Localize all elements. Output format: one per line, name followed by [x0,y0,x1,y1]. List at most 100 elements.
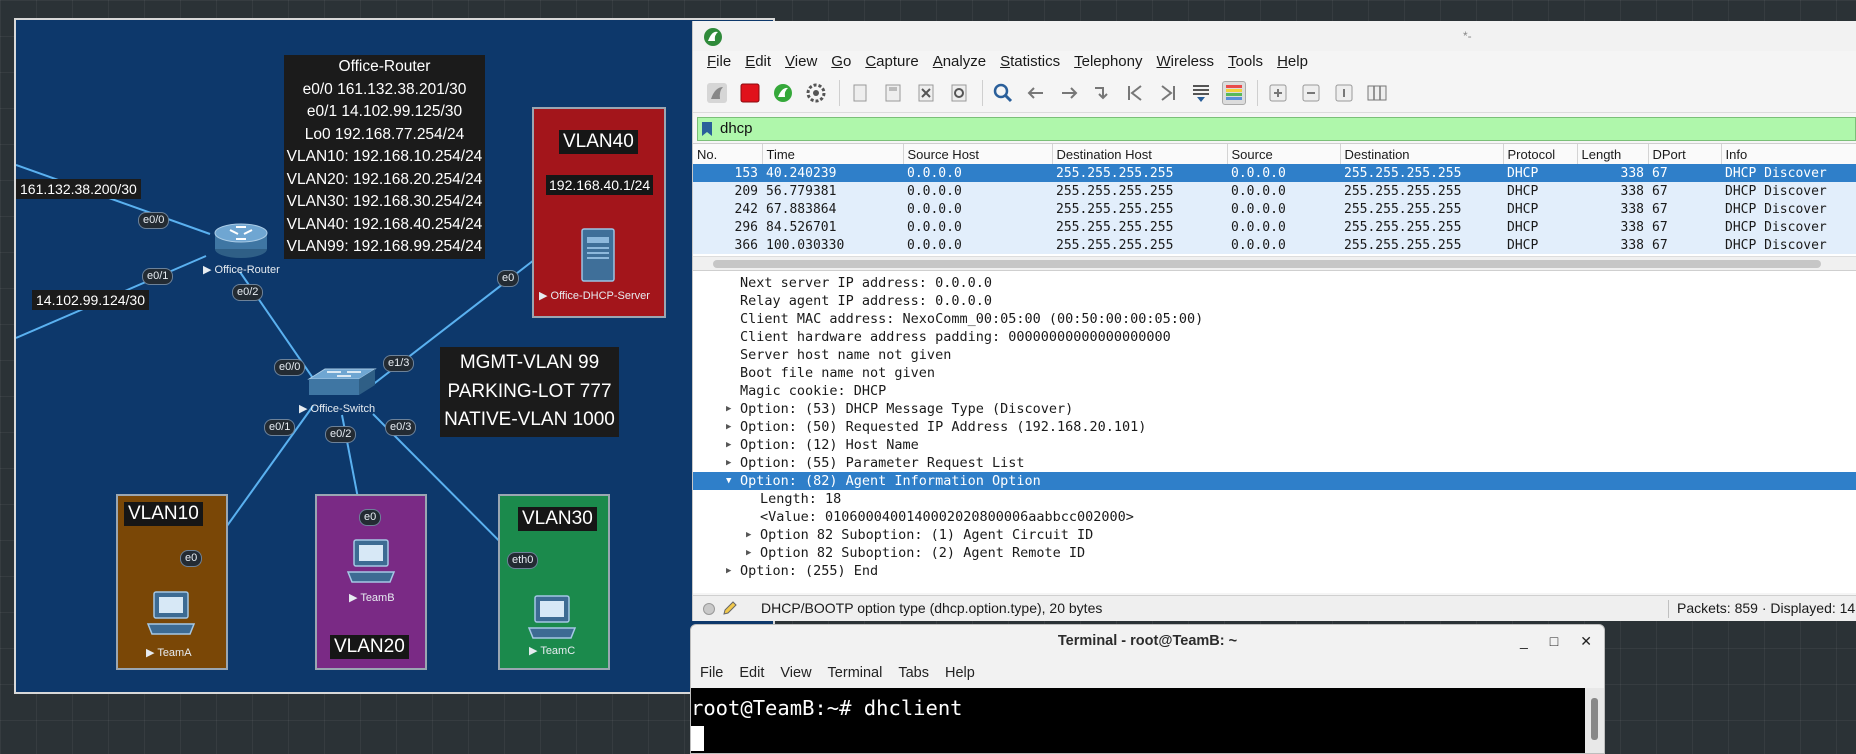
zoom-in-button[interactable] [1266,81,1290,105]
menu-tools[interactable]: Tools [1228,51,1263,73]
collapsed-arrow-icon[interactable]: ▶ [746,526,751,544]
start-capture-button[interactable] [705,81,729,105]
column-header-destination[interactable]: Destination [1340,144,1504,164]
maximize-button[interactable]: □ [1550,625,1558,658]
last-packet-button[interactable] [1156,81,1180,105]
terminal-menu-tabs[interactable]: Tabs [898,658,929,688]
detail-tree-item[interactable]: ▶ Option: (53) DHCP Message Type (Discove… [693,400,1856,418]
pc-icon[interactable] [525,594,579,642]
collapsed-arrow-icon[interactable]: ▶ [726,436,731,454]
router-config-note[interactable]: Office-Router e0/0 161.132.38.201/30 e0/… [284,55,485,259]
detail-tree-item[interactable]: Client MAC address: NexoComm_00:05:00 (0… [693,310,1856,328]
detail-tree-item[interactable]: ▶ Option: (255) End [693,562,1856,580]
vlan30-zone[interactable]: VLAN30 ▶ TeamC [498,494,610,670]
collapsed-arrow-icon[interactable]: ▶ [726,562,731,580]
router-icon[interactable] [212,219,270,261]
wireshark-titlebar[interactable]: *- [693,21,1856,51]
detail-tree-item[interactable]: ▶ Option 82 Suboption: (1) Agent Circuit … [693,526,1856,544]
wan-subnet-label-1[interactable]: 161.132.38.200/30 [16,179,141,199]
normal-size-button[interactable] [1332,81,1356,105]
detail-tree-item[interactable]: ▼ Option: (82) Agent Information Option [693,472,1856,490]
packet-row[interactable]: 209 56.779381 0.0.0.0 255.255.255.255 0.… [693,182,1856,200]
zoom-out-button[interactable] [1299,81,1323,105]
column-header-length[interactable]: Length [1577,144,1649,164]
detail-tree-item[interactable]: Boot file name not given [693,364,1856,382]
packet-row[interactable]: 242 67.883864 0.0.0.0 255.255.255.255 0.… [693,200,1856,218]
stop-capture-button[interactable] [738,81,762,105]
pc-icon[interactable] [144,590,198,638]
resize-columns-button[interactable] [1365,81,1389,105]
terminal-menu-view[interactable]: View [780,658,811,688]
pc-icon[interactable] [344,538,398,586]
column-header-time[interactable]: Time [762,144,904,164]
collapsed-arrow-icon[interactable]: ▶ [726,418,731,436]
column-header-protocol[interactable]: Protocol [1503,144,1578,164]
display-filter-input[interactable] [720,120,1620,137]
terminal-output[interactable]: root@TeamB:~# dhclient [691,688,1587,753]
terminal-menu-terminal[interactable]: Terminal [828,658,883,688]
capture-options-button[interactable] [804,81,828,105]
close-file-button[interactable] [914,81,938,105]
reload-file-button[interactable] [947,81,971,105]
collapsed-arrow-icon[interactable]: ▶ [726,400,731,418]
wan-subnet-label-2[interactable]: 14.102.99.124/30 [32,290,149,310]
detail-tree-item[interactable]: Client hardware address padding: 0000000… [693,328,1856,346]
vlan-config-note[interactable]: MGMT-VLAN 99 PARKING-LOT 777 NATIVE-VLAN… [440,347,619,437]
autoscroll-button[interactable] [1189,81,1213,105]
wireshark-window[interactable]: *- File Edit View Go Capture Analyze Sta… [692,21,1856,621]
topology-canvas[interactable]: Office-Router e0/0 161.132.38.201/30 e0/… [14,18,775,694]
switch-icon[interactable] [307,365,377,399]
detail-tree-item[interactable]: Next server IP address: 0.0.0.0 [693,274,1856,292]
packet-list-hscrollbar[interactable] [693,256,1856,270]
detail-tree-item[interactable]: Magic cookie: DHCP [693,382,1856,400]
detail-tree-item[interactable]: ▶ Option 82 Suboption: (2) Agent Remote I… [693,544,1856,562]
menu-wireless[interactable]: Wireless [1157,51,1215,73]
detail-tree-item[interactable]: ▶ Option: (12) Host Name [693,436,1856,454]
minimize-button[interactable]: _ [1520,625,1528,658]
server-icon[interactable] [576,225,620,283]
column-header-source-host[interactable]: Source Host [903,144,1053,164]
go-forward-button[interactable] [1057,81,1081,105]
find-packet-button[interactable] [991,81,1015,105]
edit-comment-icon[interactable] [722,600,738,616]
collapsed-arrow-icon[interactable]: ▶ [746,544,751,562]
terminal-titlebar[interactable]: Terminal - root@TeamB: ~ _ □ ✕ [691,625,1604,658]
restart-capture-button[interactable] [771,81,795,105]
terminal-window[interactable]: Terminal - root@TeamB: ~ _ □ ✕ File Edit… [690,624,1605,754]
detail-tree-item[interactable]: ▶ Option: (55) Parameter Request List [693,454,1856,472]
close-button[interactable]: ✕ [1580,625,1592,658]
detail-tree-item[interactable]: <Value: 0106000400140002020800006aabbcc0… [693,508,1856,526]
collapsed-arrow-icon[interactable]: ▶ [726,454,731,472]
first-packet-button[interactable] [1123,81,1147,105]
column-header-destination-host[interactable]: Destination Host [1052,144,1228,164]
detail-tree-item[interactable]: Length: 18 [693,490,1856,508]
column-header-info[interactable]: Info [1721,144,1856,164]
column-header-source[interactable]: Source [1227,144,1341,164]
menu-view[interactable]: View [785,51,817,73]
menu-file[interactable]: File [707,51,731,73]
terminal-menu-edit[interactable]: Edit [739,658,764,688]
menu-go[interactable]: Go [831,51,851,73]
vlan10-zone[interactable]: VLAN10 ▶ TeamA [116,494,228,670]
colorize-button[interactable] [1222,80,1246,105]
expanded-arrow-icon[interactable]: ▼ [726,472,731,490]
menu-edit[interactable]: Edit [745,51,771,73]
packet-row[interactable]: 153 40.240239 0.0.0.0 255.255.255.255 0.… [693,164,1856,182]
terminal-scrollbar[interactable] [1585,688,1604,753]
menu-statistics[interactable]: Statistics [1000,51,1060,73]
detail-tree-item[interactable]: Relay agent IP address: 0.0.0.0 [693,292,1856,310]
detail-tree-item[interactable]: Server host name not given [693,346,1856,364]
terminal-menu-file[interactable]: File [700,658,723,688]
column-header-no[interactable]: No. [693,144,763,164]
vlan40-zone[interactable]: VLAN40 192.168.40.1/24 ▶ Office-DHCP-Ser… [532,107,666,318]
detail-tree-item[interactable]: ▶ Option: (50) Requested IP Address (192.… [693,418,1856,436]
go-back-button[interactable] [1024,81,1048,105]
go-to-packet-button[interactable] [1090,81,1114,105]
packet-row[interactable]: 366 100.030330 0.0.0.0 255.255.255.255 0… [693,236,1856,254]
column-header-dport[interactable]: DPort [1648,144,1722,164]
bookmark-icon[interactable] [702,122,712,136]
menu-help[interactable]: Help [1277,51,1308,73]
open-file-button[interactable] [848,81,872,105]
expert-info-icon[interactable] [703,603,715,615]
menu-telephony[interactable]: Telephony [1074,51,1142,73]
